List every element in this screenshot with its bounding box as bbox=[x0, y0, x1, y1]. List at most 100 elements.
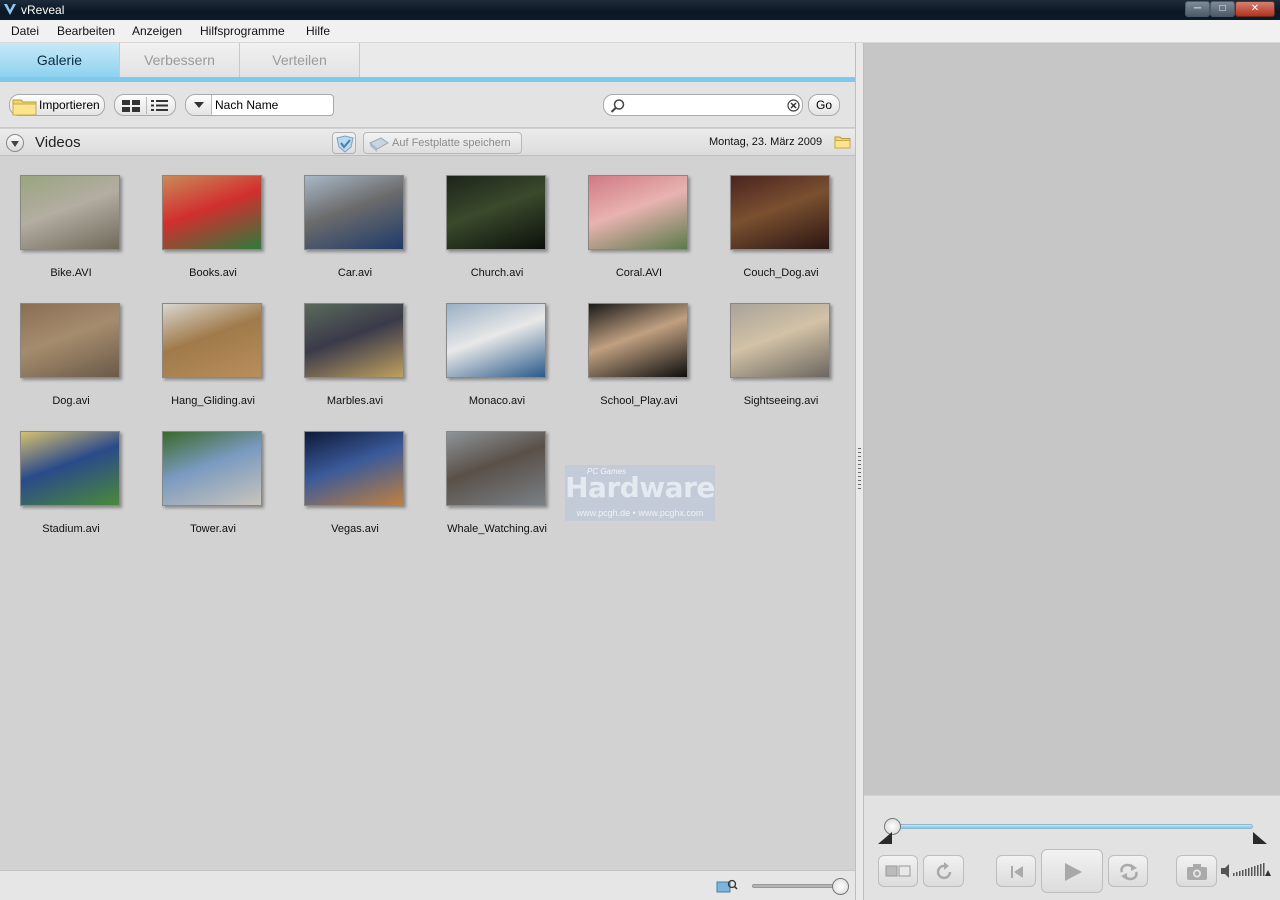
video-thumbnail[interactable] bbox=[588, 175, 688, 250]
video-thumbnail[interactable] bbox=[446, 303, 546, 378]
save-to-disk-button[interactable]: Auf Festplatte speichern bbox=[363, 132, 522, 154]
video-item[interactable]: Books.avi bbox=[142, 157, 284, 285]
tab-galerie[interactable]: Galerie bbox=[0, 43, 120, 77]
save-to-disk-label: Auf Festplatte speichern bbox=[392, 137, 511, 149]
video-item[interactable]: Whale_Watching.avi bbox=[426, 413, 568, 541]
video-filename: Couch_Dog.avi bbox=[743, 267, 819, 279]
tab-bar: Galerie Verbessern Verteilen bbox=[0, 43, 855, 82]
snapshot-button[interactable] bbox=[1176, 855, 1217, 887]
play-icon bbox=[1065, 863, 1082, 881]
collapse-toggle-icon[interactable] bbox=[6, 134, 24, 152]
section-title: Videos bbox=[35, 134, 81, 151]
sort-value: Nach Name bbox=[215, 98, 279, 112]
video-thumbnail[interactable] bbox=[20, 303, 120, 378]
menu-anzeigen[interactable]: Anzeigen bbox=[132, 24, 182, 38]
video-item[interactable]: Coral.AVI bbox=[568, 157, 710, 285]
camera-icon bbox=[1187, 864, 1207, 880]
video-thumbnail[interactable] bbox=[304, 303, 404, 378]
video-thumbnail[interactable] bbox=[162, 303, 262, 378]
search-icon bbox=[610, 99, 625, 113]
vreveal-logo-icon bbox=[4, 4, 16, 15]
view-separator bbox=[146, 97, 147, 114]
video-thumbnail[interactable] bbox=[304, 431, 404, 506]
tab-verteilen[interactable]: Verteilen bbox=[240, 43, 360, 77]
search-box bbox=[603, 94, 803, 116]
previous-button[interactable] bbox=[996, 855, 1036, 887]
view-mode-toggle bbox=[114, 94, 176, 116]
video-thumbnail[interactable] bbox=[730, 303, 830, 378]
video-thumbnail[interactable] bbox=[162, 431, 262, 506]
skip-back-icon bbox=[1011, 866, 1023, 878]
loop-button[interactable] bbox=[1108, 855, 1148, 887]
video-filename: Whale_Watching.avi bbox=[447, 523, 547, 535]
trim-end-marker[interactable] bbox=[1253, 832, 1267, 844]
video-item[interactable]: Tower.avi bbox=[142, 413, 284, 541]
watermark-urls: www.pcgh.de • www.pcghx.com bbox=[576, 508, 704, 518]
video-thumbnail[interactable] bbox=[446, 431, 546, 506]
open-folder-icon[interactable] bbox=[834, 135, 852, 149]
import-button[interactable]: Importieren bbox=[9, 94, 105, 116]
thumbnail-size-icon bbox=[716, 879, 738, 893]
video-item[interactable]: Car.avi bbox=[284, 157, 426, 285]
volume-icon[interactable] bbox=[1220, 860, 1272, 882]
video-item[interactable]: Dog.avi bbox=[0, 285, 142, 413]
video-filename: Books.avi bbox=[189, 267, 237, 279]
menu-bearbeiten[interactable]: Bearbeiten bbox=[57, 24, 115, 38]
gallery-panel: Galerie Verbessern Verteilen Importieren bbox=[0, 43, 855, 900]
gallery-toolbar: Importieren Nach Name Go bbox=[0, 82, 855, 128]
video-thumbnail[interactable] bbox=[162, 175, 262, 250]
grid-view-icon[interactable] bbox=[121, 98, 141, 113]
video-item[interactable]: Couch_Dog.avi bbox=[710, 157, 852, 285]
maximize-button[interactable]: □ bbox=[1210, 1, 1235, 17]
close-button[interactable]: ✕ bbox=[1235, 1, 1275, 17]
thumbnail-size-knob[interactable] bbox=[832, 878, 849, 895]
menu-datei[interactable]: Datei bbox=[11, 24, 39, 38]
go-button[interactable]: Go bbox=[808, 94, 840, 116]
trim-start-marker[interactable] bbox=[878, 832, 892, 844]
video-item[interactable]: Hang_Gliding.avi bbox=[142, 285, 284, 413]
menu-hilfe[interactable]: Hilfe bbox=[306, 24, 330, 38]
video-grid: PC Games Hardware www.pcgh.de • www.pcgh… bbox=[0, 157, 855, 870]
timeline-slider[interactable] bbox=[891, 824, 1253, 829]
split-view-icon bbox=[885, 865, 911, 877]
video-item[interactable]: Sightseeing.avi bbox=[710, 285, 852, 413]
splitter-grip-icon[interactable] bbox=[858, 448, 861, 490]
menu-hilfsprogramme[interactable]: Hilfsprogramme bbox=[200, 24, 285, 38]
video-thumbnail[interactable] bbox=[304, 175, 404, 250]
title-bar: vReveal ─ □ ✕ bbox=[0, 0, 1280, 20]
play-button[interactable] bbox=[1041, 849, 1103, 893]
video-thumbnail[interactable] bbox=[730, 175, 830, 250]
rotate-button[interactable] bbox=[923, 855, 964, 887]
video-item[interactable]: Vegas.avi bbox=[284, 413, 426, 541]
split-view-button[interactable] bbox=[878, 855, 918, 887]
video-thumbnail[interactable] bbox=[20, 175, 120, 250]
clear-search-icon[interactable] bbox=[787, 99, 800, 112]
video-item[interactable]: Stadium.avi bbox=[0, 413, 142, 541]
section-date: Montag, 23. März 2009 bbox=[709, 136, 823, 148]
video-thumbnail[interactable] bbox=[446, 175, 546, 250]
video-item[interactable]: Marbles.avi bbox=[284, 285, 426, 413]
video-item[interactable]: Bike.AVI bbox=[0, 157, 142, 285]
video-thumbnail[interactable] bbox=[20, 431, 120, 506]
video-filename: Vegas.avi bbox=[331, 523, 379, 535]
preview-panel bbox=[864, 43, 1280, 900]
video-item[interactable]: School_Play.avi bbox=[568, 285, 710, 413]
loop-icon bbox=[1120, 863, 1138, 881]
panel-splitter[interactable] bbox=[855, 43, 864, 900]
video-thumbnail[interactable] bbox=[588, 303, 688, 378]
checkmark-shield-button[interactable] bbox=[332, 132, 356, 154]
tab-verbessern[interactable]: Verbessern bbox=[120, 43, 240, 77]
video-item[interactable]: Monaco.avi bbox=[426, 285, 568, 413]
thumbnail-size-slider[interactable] bbox=[752, 884, 842, 888]
watermark-logo: PC Games Hardware www.pcgh.de • www.pcgh… bbox=[565, 465, 715, 521]
video-filename: Marbles.avi bbox=[326, 395, 384, 407]
minimize-button[interactable]: ─ bbox=[1185, 1, 1210, 17]
video-item[interactable]: Church.avi bbox=[426, 157, 568, 285]
search-input[interactable] bbox=[628, 97, 778, 113]
dropdown-arrow-icon[interactable] bbox=[186, 95, 212, 115]
checkmark-icon bbox=[336, 135, 354, 153]
sort-dropdown[interactable]: Nach Name bbox=[185, 94, 334, 116]
list-view-icon[interactable] bbox=[150, 98, 170, 113]
menu-bar: Datei Bearbeiten Anzeigen Hilfsprogramme… bbox=[0, 20, 1280, 43]
import-label: Importieren bbox=[39, 98, 100, 112]
